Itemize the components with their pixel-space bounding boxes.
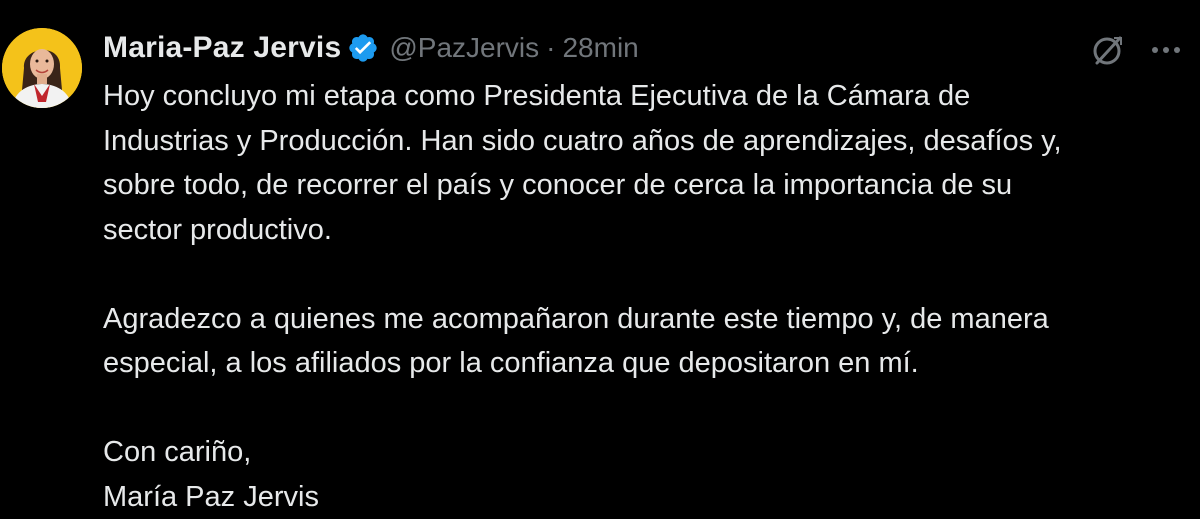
text-line: sobre todo, de recorrer el país y conoce… [103,163,1183,208]
paragraph-spacer [103,252,1183,297]
paragraph-spacer [103,386,1183,431]
tweet-paragraph-3: Con cariño, María Paz Jervis [103,430,1183,519]
avatar[interactable] [2,28,82,108]
text-line: María Paz Jervis [103,475,1183,519]
tweet-paragraph-2: Agradezco a quienes me acompañaron duran… [103,297,1183,386]
tweet-timestamp[interactable]: 28min [562,32,638,64]
text-line: Con cariño, [103,430,1183,475]
text-line: sector productivo. [103,208,1183,253]
grok-icon[interactable] [1088,30,1128,70]
more-options-icon[interactable] [1146,30,1186,70]
tweet-header: Maria-Paz Jervis @PazJervis · 28min [103,26,639,70]
text-line: Hoy concluyo mi etapa como Presidenta Ej… [103,74,1183,119]
text-line: Agradezco a quienes me acompañaron duran… [103,297,1183,342]
verified-badge-icon[interactable] [347,32,379,64]
text-line: Industrias y Producción. Han sido cuatro… [103,119,1183,164]
text-line: especial, a los afiliados por la confian… [103,341,1183,386]
separator-dot: · [546,32,555,64]
author-display-name[interactable]: Maria-Paz Jervis [103,31,341,65]
tweet-paragraph-1: Hoy concluyo mi etapa como Presidenta Ej… [103,74,1183,252]
profile-photo [2,28,82,108]
author-handle[interactable]: @PazJervis [389,32,539,64]
tweet-actions [1088,30,1186,70]
tweet-text: Hoy concluyo mi etapa como Presidenta Ej… [103,74,1183,519]
tweet: Maria-Paz Jervis @PazJervis · 28min [0,0,1200,510]
